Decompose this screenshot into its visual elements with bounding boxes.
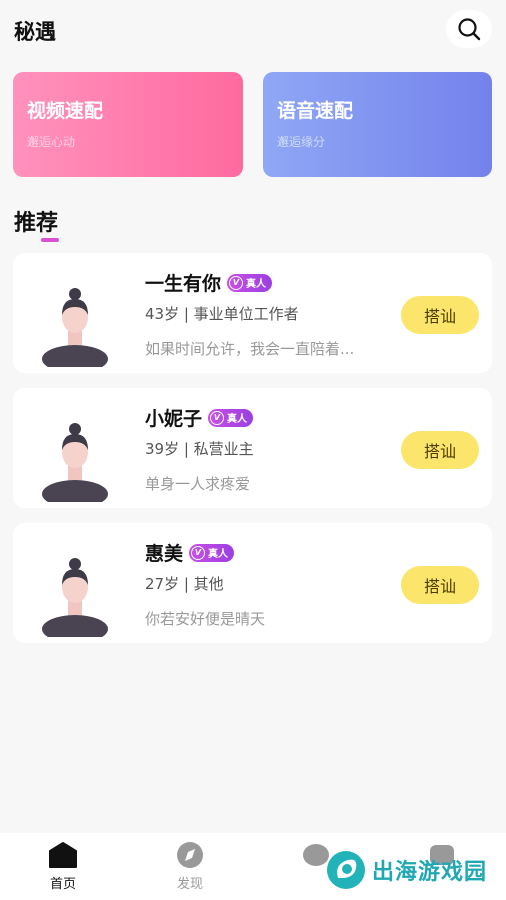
watermark: 出海游戏园 [326, 850, 487, 890]
video-match-subtitle: 邂逅心动 [27, 135, 76, 149]
user-bio: 如果时间允许，我会一直陪着... [145, 340, 355, 358]
voice-match-title: 语音速配 [277, 100, 354, 122]
avatar-icon [42, 288, 108, 367]
user-info: 39岁 | 私营业主 [145, 440, 254, 458]
watermark-text: 出海游戏园 [372, 860, 488, 885]
user-bio: 你若安好便是晴天 [145, 610, 266, 628]
v-icon: V [191, 545, 206, 560]
verified-badge: V 真人 [227, 273, 273, 292]
compass-icon [177, 842, 203, 868]
user-name-text: 惠美 [145, 543, 184, 565]
greet-button[interactable]: 搭讪 [401, 566, 479, 604]
user-name-text: 小妮子 [145, 408, 203, 430]
user-card[interactable]: 一生有你 V 真人 43岁 | 事业单位工作者 如果时间允许，我会一直陪着...… [13, 253, 492, 373]
voice-match-subtitle: 邂逅缘分 [277, 135, 326, 149]
app-title: 秘遇 [14, 20, 56, 44]
search-button[interactable] [446, 10, 492, 48]
user-bio: 单身一人求疼爱 [145, 475, 251, 493]
avatar-icon [42, 558, 108, 637]
greet-button[interactable]: 搭讪 [401, 431, 479, 469]
video-match-card[interactable]: 视频速配 邂逅心动 [13, 72, 243, 177]
verified-badge-label: 真人 [227, 414, 248, 425]
verified-badge-label: 真人 [208, 549, 229, 560]
verified-badge: V 真人 [189, 543, 235, 562]
v-icon: V [229, 275, 244, 290]
verified-badge: V 真人 [208, 408, 254, 427]
user-name: 小妮子 V 真人 [145, 404, 254, 431]
user-card[interactable]: 小妮子 V 真人 39岁 | 私营业主 单身一人求疼爱 搭讪 [13, 388, 492, 508]
section-underline [41, 238, 59, 242]
user-info: 27岁 | 其他 [145, 575, 224, 593]
search-icon [458, 18, 481, 41]
user-name-text: 一生有你 [145, 273, 222, 295]
tab-home[interactable]: 首页 [23, 841, 103, 892]
section-title: 推荐 [14, 211, 59, 236]
voice-match-card[interactable]: 语音速配 邂逅缘分 [263, 72, 492, 177]
home-icon [49, 842, 77, 868]
tab-discover-label: 发现 [176, 877, 203, 892]
v-icon: V [210, 410, 225, 425]
verified-badge-label: 真人 [246, 279, 267, 290]
user-info: 43岁 | 事业单位工作者 [145, 305, 299, 323]
user-card[interactable]: 惠美 V 真人 27岁 | 其他 你若安好便是晴天 搭讪 [13, 523, 492, 643]
user-name: 一生有你 V 真人 [145, 269, 273, 296]
avatar-icon [42, 423, 108, 502]
tab-discover[interactable]: 发现 [150, 841, 230, 892]
tab-home-label: 首页 [49, 877, 76, 892]
user-name: 惠美 V 真人 [145, 539, 235, 566]
watermark-logo-icon [327, 851, 365, 889]
video-match-title: 视频速配 [27, 100, 104, 122]
greet-button[interactable]: 搭讪 [401, 296, 479, 334]
